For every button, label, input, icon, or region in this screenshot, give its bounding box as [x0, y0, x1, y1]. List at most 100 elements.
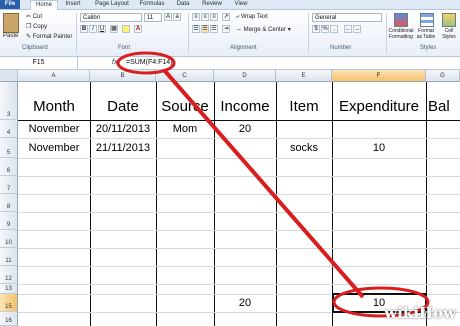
align-bottom-icon[interactable]: ≡ — [210, 13, 218, 21]
row-header-4[interactable]: 4 — [0, 120, 18, 138]
currency-button[interactable]: $ — [312, 25, 320, 33]
tab-home[interactable]: Home — [30, 0, 58, 10]
row-header-6[interactable]: 6 — [0, 158, 18, 176]
row-header-13[interactable]: 13 — [0, 284, 18, 294]
cell-income-total[interactable]: 20 — [214, 297, 276, 309]
format-as-table-button[interactable]: Format as Table — [416, 28, 436, 40]
align-middle-icon[interactable]: ≡ — [201, 13, 209, 21]
gridline — [214, 82, 215, 326]
borders-icon[interactable]: ▦ — [110, 25, 118, 33]
header-item[interactable]: Item — [276, 98, 332, 115]
group-divider — [188, 13, 189, 53]
column-header-g[interactable]: G — [426, 70, 460, 82]
formula-input[interactable]: =SUM(F4:F14) — [126, 57, 172, 69]
format-as-table-icon[interactable] — [420, 13, 434, 27]
align-left-icon[interactable]: ☰ — [192, 25, 200, 33]
header-balance[interactable]: Bal — [428, 98, 460, 115]
font-color-icon[interactable]: A — [134, 25, 142, 33]
cell-styles-button[interactable]: Cell Styles — [440, 28, 458, 40]
align-top-icon[interactable]: ≡ — [192, 13, 200, 21]
number-group-label: Number — [330, 45, 352, 51]
row-header-16[interactable]: 16 — [0, 312, 18, 326]
font-size-select[interactable]: 11 — [144, 13, 162, 22]
bold-button[interactable]: B — [80, 25, 88, 33]
row-header-7[interactable]: 7 — [0, 176, 18, 194]
gridline — [276, 82, 277, 326]
paste-button[interactable]: Paste — [3, 33, 18, 39]
column-header-b[interactable]: B — [90, 70, 156, 82]
cell-source[interactable]: Mom — [156, 123, 214, 135]
decrease-decimal-icon[interactable]: → — [353, 25, 361, 33]
column-header-f[interactable]: F — [332, 70, 426, 82]
cell-month[interactable]: November — [18, 142, 90, 154]
conditional-formatting-icon[interactable] — [394, 13, 408, 27]
tab-data[interactable]: Data — [172, 0, 194, 9]
alignment-group-label: Alignment — [230, 45, 257, 51]
tab-file[interactable]: File — [0, 0, 20, 9]
row-header-8[interactable]: 8 — [0, 194, 18, 212]
underline-button[interactable]: U — [98, 25, 106, 33]
gridline — [426, 82, 427, 326]
column-header-c[interactable]: C — [156, 70, 214, 82]
select-all-corner[interactable] — [0, 70, 18, 82]
row-header-12[interactable]: 12 — [0, 266, 18, 284]
tab-page-layout[interactable]: Page Layout — [92, 0, 132, 9]
tab-review[interactable]: Review — [198, 0, 226, 9]
gridline — [90, 82, 91, 326]
increase-decimal-icon[interactable]: ← — [344, 25, 352, 33]
header-month[interactable]: Month — [18, 98, 90, 115]
gridline — [18, 212, 460, 213]
orientation-icon[interactable]: ↗ — [222, 13, 230, 21]
name-box[interactable]: F15 — [0, 57, 78, 69]
wrap-text-button[interactable]: ⤶ Wrap Text — [236, 14, 268, 21]
align-right-icon[interactable]: ☰ — [210, 25, 218, 33]
tab-view[interactable]: View — [230, 0, 252, 9]
column-header-e[interactable]: E — [276, 70, 332, 82]
header-expenditure[interactable]: Expenditure — [332, 98, 426, 115]
paste-icon[interactable] — [3, 13, 19, 33]
format-painter-button[interactable]: ✎ Format Painter — [26, 33, 72, 40]
group-divider — [308, 13, 309, 53]
cell-styles-icon[interactable] — [442, 13, 456, 27]
row-header-15[interactable]: 15 — [0, 294, 18, 312]
group-divider — [386, 13, 387, 53]
fill-color-icon[interactable] — [122, 25, 130, 33]
row-header-3[interactable]: 3 — [0, 82, 18, 120]
gridline — [18, 138, 460, 139]
cell-date[interactable]: 21/11/2013 — [90, 142, 156, 154]
header-date[interactable]: Date — [90, 98, 156, 115]
indent-icon[interactable]: ⇥ — [222, 25, 230, 33]
row-header-9[interactable]: 9 — [0, 212, 18, 230]
cell-income[interactable]: 20 — [214, 123, 276, 135]
wikihow-watermark: wikiHow — [384, 304, 456, 322]
copy-button[interactable]: ❐ Copy — [26, 23, 47, 30]
tab-formulas[interactable]: Formulas — [136, 0, 168, 9]
column-header-d[interactable]: D — [214, 70, 276, 82]
header-income[interactable]: Income — [214, 98, 276, 115]
header-source[interactable]: Source — [156, 98, 214, 115]
comma-button[interactable]: , — [330, 25, 338, 33]
cut-button[interactable]: ✂ Cut — [26, 13, 42, 20]
column-header-a[interactable]: A — [18, 70, 90, 82]
row-header-10[interactable]: 10 — [0, 230, 18, 248]
italic-button[interactable]: I — [89, 25, 97, 33]
shrink-font-icon[interactable]: a — [173, 13, 181, 21]
row-header-11[interactable]: 11 — [0, 248, 18, 266]
cell-item[interactable]: socks — [276, 142, 332, 154]
conditional-formatting-button[interactable]: Conditional Formatting — [388, 28, 414, 40]
gridline — [156, 82, 157, 326]
align-center-icon[interactable]: ☰ — [201, 25, 209, 33]
tab-insert[interactable]: Insert — [60, 0, 86, 9]
cell-month[interactable]: November — [18, 123, 90, 135]
fx-icon[interactable]: fx — [112, 57, 117, 69]
number-format-select[interactable]: General — [312, 13, 382, 22]
cell-expenditure[interactable]: 10 — [332, 142, 426, 154]
worksheet-grid[interactable]: Month Date Source Income Item Expenditur… — [18, 82, 460, 326]
font-name-select[interactable]: Calibri — [80, 13, 142, 22]
cell-date[interactable]: 20/11/2013 — [90, 123, 156, 135]
percent-button[interactable]: % — [321, 25, 329, 33]
merge-center-button[interactable]: ⇔ Merge & Center ▾ — [236, 26, 291, 33]
grow-font-icon[interactable]: A — [164, 13, 172, 21]
gridline — [18, 120, 460, 121]
row-header-5[interactable]: 5 — [0, 138, 18, 158]
